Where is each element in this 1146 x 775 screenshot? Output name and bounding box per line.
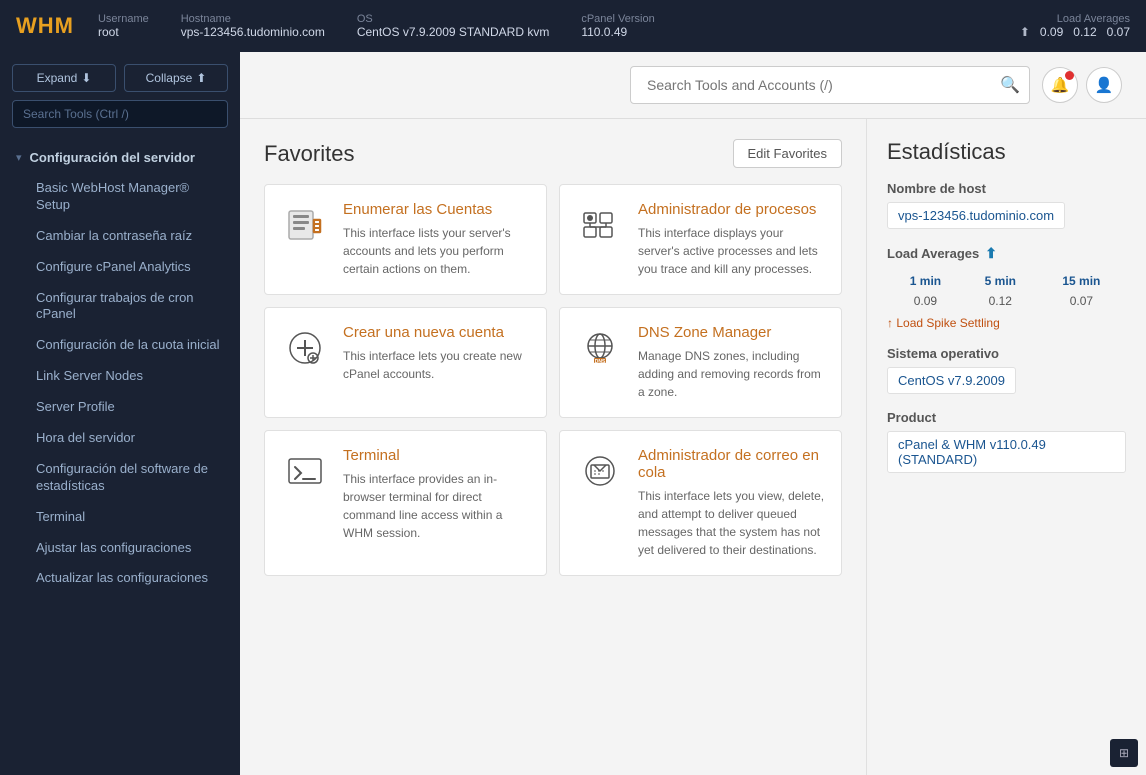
fav-card-enumerar-cuentas[interactable]: Enumerar las Cuentas This interface list… xyxy=(264,184,547,295)
dns-zone-icon: DNS xyxy=(576,324,624,372)
fav-desc-admin-procesos: This interface displays your server's ac… xyxy=(638,224,825,278)
top-bar-info: Username root Hostname vps-123456.tudomi… xyxy=(98,13,1020,39)
hostname-info: Hostname vps-123456.tudominio.com xyxy=(181,13,325,39)
sidebar-item-software-estadisticas[interactable]: Configuración del software de estadístic… xyxy=(0,454,240,502)
sidebar-item-basic-webhost[interactable]: Basic WebHost Manager® Setup xyxy=(0,173,240,221)
fav-card-nueva-cuenta[interactable]: Crear una nueva cuenta This interface le… xyxy=(264,307,547,418)
stat-product: Product cPanel & WHM v110.0.49 (STANDARD… xyxy=(887,410,1126,473)
header-search-input[interactable] xyxy=(630,66,1030,104)
favorites-grid: Enumerar las Cuentas This interface list… xyxy=(264,184,842,576)
fav-card-admin-procesos[interactable]: Administrador de procesos This interface… xyxy=(559,184,842,295)
sidebar-item-link-server-nodes[interactable]: Link Server Nodes xyxy=(0,361,240,392)
fav-content-dns-zone: DNS Zone Manager Manage DNS zones, inclu… xyxy=(638,324,825,401)
main-layout: Expand ⬇ Collapse ⬆ ▾ Configuración del … xyxy=(0,52,1146,775)
load-spike-note: Load Spike Settling xyxy=(887,316,1126,330)
sidebar-item-cuota-inicial[interactable]: Configuración de la cuota inicial xyxy=(0,330,240,361)
chevron-down-icon: ▾ xyxy=(16,151,22,164)
fav-title-enumerar-cuentas: Enumerar las Cuentas xyxy=(343,201,530,218)
bottom-bar: ⊞ xyxy=(1110,739,1138,767)
favorites-header: Favorites Edit Favorites xyxy=(264,139,842,168)
fav-card-correo-cola[interactable]: Administrador de correo en cola This int… xyxy=(559,430,842,576)
sidebar-item-hora-servidor[interactable]: Hora del servidor xyxy=(0,423,240,454)
sidebar-item-actualizar-configuraciones[interactable]: Actualizar las configuraciones xyxy=(0,563,240,594)
fav-desc-enumerar-cuentas: This interface lists your server's accou… xyxy=(343,224,530,278)
load-table: 1 min 5 min 15 min 0.09 0.12 0.07 xyxy=(887,270,1126,312)
sidebar-item-ajustar-configuraciones[interactable]: Ajustar las configuraciones xyxy=(0,533,240,564)
stat-os: Sistema operativo CentOS v7.9.2009 xyxy=(887,346,1126,394)
nueva-cuenta-icon xyxy=(281,324,329,372)
search-button[interactable]: 🔍 xyxy=(1000,75,1020,95)
top-bar: WHM Username root Hostname vps-123456.tu… xyxy=(0,0,1146,52)
sidebar-search-input[interactable] xyxy=(12,100,228,128)
sidebar-item-cambiar-contrasena[interactable]: Cambiar la contraseña raíz xyxy=(0,221,240,252)
fav-desc-terminal: This interface provides an in-browser te… xyxy=(343,470,530,542)
fav-title-dns-zone: DNS Zone Manager xyxy=(638,324,825,341)
svg-text:DNS: DNS xyxy=(595,359,606,365)
stats-title: Estadísticas xyxy=(887,139,1126,165)
sidebar: Expand ⬇ Collapse ⬆ ▾ Configuración del … xyxy=(0,52,240,775)
fav-card-terminal[interactable]: Terminal This interface provides an in-b… xyxy=(264,430,547,576)
sidebar-nav: ▾ Configuración del servidor Basic WebHo… xyxy=(0,138,240,775)
nav-section-configuracion[interactable]: ▾ Configuración del servidor xyxy=(0,142,240,173)
header-user-icons: 🔔 👤 xyxy=(1042,67,1122,103)
admin-procesos-icon xyxy=(576,201,624,249)
user-menu-button[interactable]: 👤 xyxy=(1086,67,1122,103)
bottom-icon[interactable]: ⊞ xyxy=(1110,739,1138,767)
sidebar-item-cron-cpanel[interactable]: Configurar trabajos de cron cPanel xyxy=(0,283,240,331)
fav-title-nueva-cuenta: Crear una nueva cuenta xyxy=(343,324,530,341)
fav-content-enumerar-cuentas: Enumerar las Cuentas This interface list… xyxy=(343,201,530,278)
fav-desc-dns-zone: Manage DNS zones, including adding and r… xyxy=(638,347,825,401)
edit-favorites-button[interactable]: Edit Favorites xyxy=(733,139,842,168)
fav-desc-correo-cola: This interface lets you view, delete, an… xyxy=(638,487,825,559)
os-info: OS CentOS v7.9.2009 STANDARD kvm xyxy=(357,13,550,39)
fav-content-nueva-cuenta: Crear una nueva cuenta This interface le… xyxy=(343,324,530,401)
sidebar-buttons: Expand ⬇ Collapse ⬆ xyxy=(0,52,240,100)
enumerar-cuentas-icon xyxy=(281,201,329,249)
sidebar-item-server-profile[interactable]: Server Profile xyxy=(0,392,240,423)
fav-content-admin-procesos: Administrador de procesos This interface… xyxy=(638,201,825,278)
fav-card-dns-zone[interactable]: DNS DNS Zone Manager Manage DNS zones, i… xyxy=(559,307,842,418)
main-content: Favorites Edit Favorites xyxy=(240,119,1146,775)
favorites-area: Favorites Edit Favorites xyxy=(240,119,866,775)
fav-content-terminal: Terminal This interface provides an in-b… xyxy=(343,447,530,559)
stat-load-averages: Load Averages ⬆ 1 min 5 min 15 min 0.09 … xyxy=(887,245,1126,330)
load-averages-topbar: Load Averages ⬆ 0.09 0.12 0.07 xyxy=(1020,13,1130,39)
cpanel-version-info: cPanel Version 110.0.49 xyxy=(581,13,654,39)
correo-cola-icon xyxy=(576,447,624,495)
logo: WHM xyxy=(16,13,74,39)
fav-content-correo-cola: Administrador de correo en cola This int… xyxy=(638,447,825,559)
notification-button[interactable]: 🔔 xyxy=(1042,67,1078,103)
fav-title-correo-cola: Administrador de correo en cola xyxy=(638,447,825,481)
fav-title-terminal: Terminal xyxy=(343,447,530,464)
stat-hostname: Nombre de host vps-123456.tudominio.com xyxy=(887,181,1126,229)
stats-panel: Estadísticas Nombre de host vps-123456.t… xyxy=(866,119,1146,775)
collapse-button[interactable]: Collapse ⬆ xyxy=(124,64,228,92)
content-area: 🔍 🔔 👤 Favorites Edit Favorites xyxy=(240,52,1146,775)
terminal-icon xyxy=(281,447,329,495)
sidebar-search-wrap xyxy=(12,100,228,128)
content-header: 🔍 🔔 👤 xyxy=(240,52,1146,119)
expand-button[interactable]: Expand ⬇ xyxy=(12,64,116,92)
notification-badge xyxy=(1065,71,1074,80)
favorites-title: Favorites xyxy=(264,141,354,167)
username-info: Username root xyxy=(98,13,149,39)
fav-title-admin-procesos: Administrador de procesos xyxy=(638,201,825,218)
load-spike-icon: ⬆ xyxy=(985,245,997,262)
sidebar-item-configure-cpanel-analytics[interactable]: Configure cPanel Analytics xyxy=(0,252,240,283)
fav-desc-nueva-cuenta: This interface lets you create new cPane… xyxy=(343,347,530,383)
sidebar-item-terminal[interactable]: Terminal xyxy=(0,502,240,533)
header-search-wrap: 🔍 xyxy=(630,66,1030,104)
